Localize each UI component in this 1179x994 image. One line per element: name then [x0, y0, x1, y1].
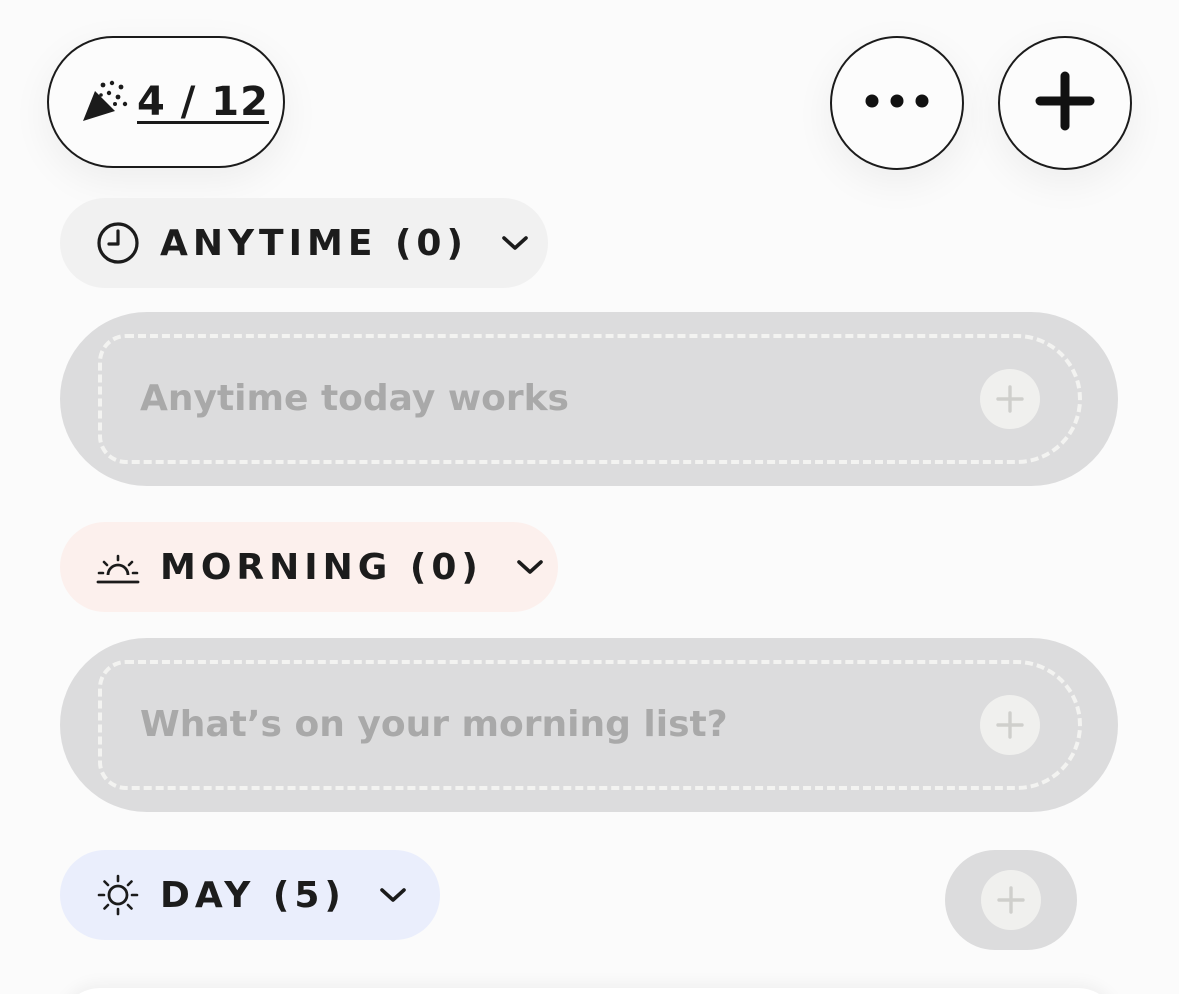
today-screen: 4 / 12 ANYTIME (0) Anytime today works M…	[0, 0, 1179, 994]
add-task-button[interactable]	[998, 36, 1132, 170]
more-horizontal-icon	[862, 91, 932, 115]
section-header-day[interactable]: DAY (5)	[60, 850, 440, 940]
morning-placeholder: What’s on your morning list?	[140, 704, 728, 745]
chevron-down-icon	[513, 550, 547, 584]
plus-icon	[1035, 71, 1095, 135]
add-anytime-task-card[interactable]: Anytime today works	[60, 312, 1118, 486]
section-header-anytime[interactable]: ANYTIME (0)	[60, 198, 548, 288]
plus-icon	[981, 870, 1041, 930]
sun-icon	[96, 873, 140, 917]
chevron-down-icon	[376, 878, 410, 912]
clock-icon	[96, 221, 140, 265]
chevron-down-icon	[498, 226, 532, 260]
section-label-morning: MORNING (0)	[160, 546, 483, 588]
more-options-button[interactable]	[830, 36, 964, 170]
plus-icon[interactable]	[980, 369, 1040, 429]
progress-button[interactable]: 4 / 12	[47, 36, 285, 168]
add-morning-task-card[interactable]: What’s on your morning list?	[60, 638, 1118, 812]
section-header-morning[interactable]: MORNING (0)	[60, 522, 558, 612]
progress-count: 4 / 12	[137, 79, 269, 125]
section-label-day: DAY (5)	[160, 874, 346, 916]
anytime-placeholder: Anytime today works	[140, 378, 569, 419]
plus-icon[interactable]	[980, 695, 1040, 755]
task-card[interactable]	[60, 988, 1118, 994]
section-label-anytime: ANYTIME (0)	[160, 222, 468, 264]
party-popper-icon	[79, 77, 129, 127]
add-day-task-button[interactable]	[945, 850, 1077, 950]
sunrise-icon	[96, 545, 140, 589]
